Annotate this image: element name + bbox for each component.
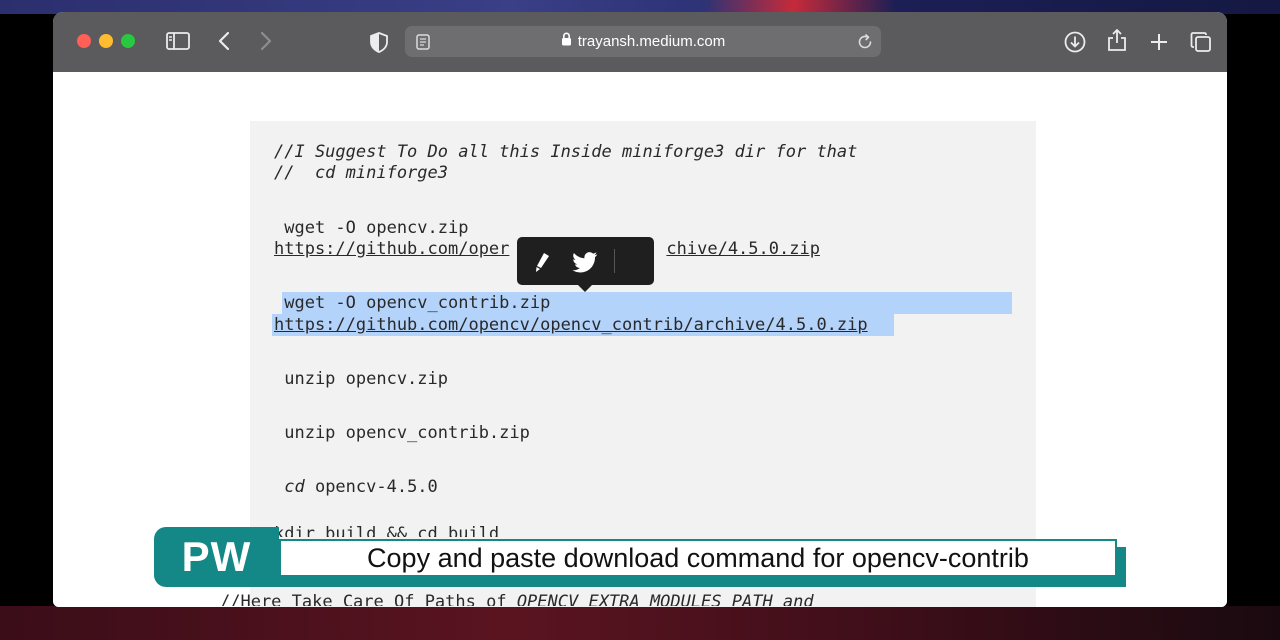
code-comment-part: OPENCV_EXTRA_MODULES_PATH and (516, 592, 814, 606)
reload-icon[interactable] (855, 32, 875, 52)
desktop-wallpaper-bottom (0, 606, 1280, 640)
address-bar[interactable]: trayansh.medium.com (405, 26, 881, 57)
download-icon[interactable] (1063, 30, 1087, 54)
code-keyword: cd (274, 477, 305, 497)
plus-icon[interactable] (1147, 30, 1171, 54)
tabs-overview-icon[interactable] (1189, 30, 1213, 54)
code-comment-part: //Here Take Care Of Paths of (220, 592, 517, 606)
code-command: unzip opencv.zip (274, 369, 448, 389)
chevron-right-icon[interactable] (255, 29, 277, 53)
video-caption-banner: PW Copy and paste download command for o… (154, 527, 1126, 589)
shield-icon[interactable] (368, 30, 390, 54)
code-link[interactable]: https://github.com/opencv/opencv_contrib… (274, 314, 868, 336)
highlight-pen-icon[interactable] (529, 249, 555, 275)
code-comment: // cd miniforge3 (274, 163, 448, 183)
code-command: cd opencv-4.5.0 (274, 476, 438, 498)
code-command: wget -O opencv.zip (274, 218, 469, 238)
browser-window: trayansh.medium.com //I Suggest To Do al… (53, 12, 1227, 607)
chevron-left-icon[interactable] (213, 29, 235, 53)
zoom-window-button[interactable] (121, 34, 135, 48)
code-link-part: chive/4.5.0.zip (666, 239, 820, 259)
text-selection-popover (517, 237, 654, 292)
caption-text: Copy and paste download command for open… (279, 539, 1117, 577)
code-command: unzip opencv_contrib.zip (274, 423, 530, 443)
code-command: wget -O opencv_contrib.zip (274, 293, 551, 313)
code-comment-cutoff: //Here Take Care Of Paths of OPENCV_EXTR… (220, 592, 814, 606)
minimize-window-button[interactable] (99, 34, 113, 48)
code-comment: //I Suggest To Do all this Inside minifo… (274, 142, 858, 162)
sidebar-icon[interactable] (165, 30, 191, 52)
browser-toolbar: trayansh.medium.com (53, 12, 1227, 72)
pw-logo-badge: PW (154, 527, 279, 587)
lock-icon (561, 26, 572, 57)
url-display: trayansh.medium.com (405, 26, 881, 57)
popover-divider (614, 249, 615, 273)
twitter-bird-icon[interactable] (570, 249, 600, 275)
code-link-part: https://github.com/oper (274, 239, 510, 259)
close-window-button[interactable] (77, 34, 91, 48)
share-icon[interactable] (1105, 27, 1129, 53)
code-argument: opencv-4.5.0 (304, 477, 438, 497)
url-text: trayansh.medium.com (577, 33, 726, 50)
